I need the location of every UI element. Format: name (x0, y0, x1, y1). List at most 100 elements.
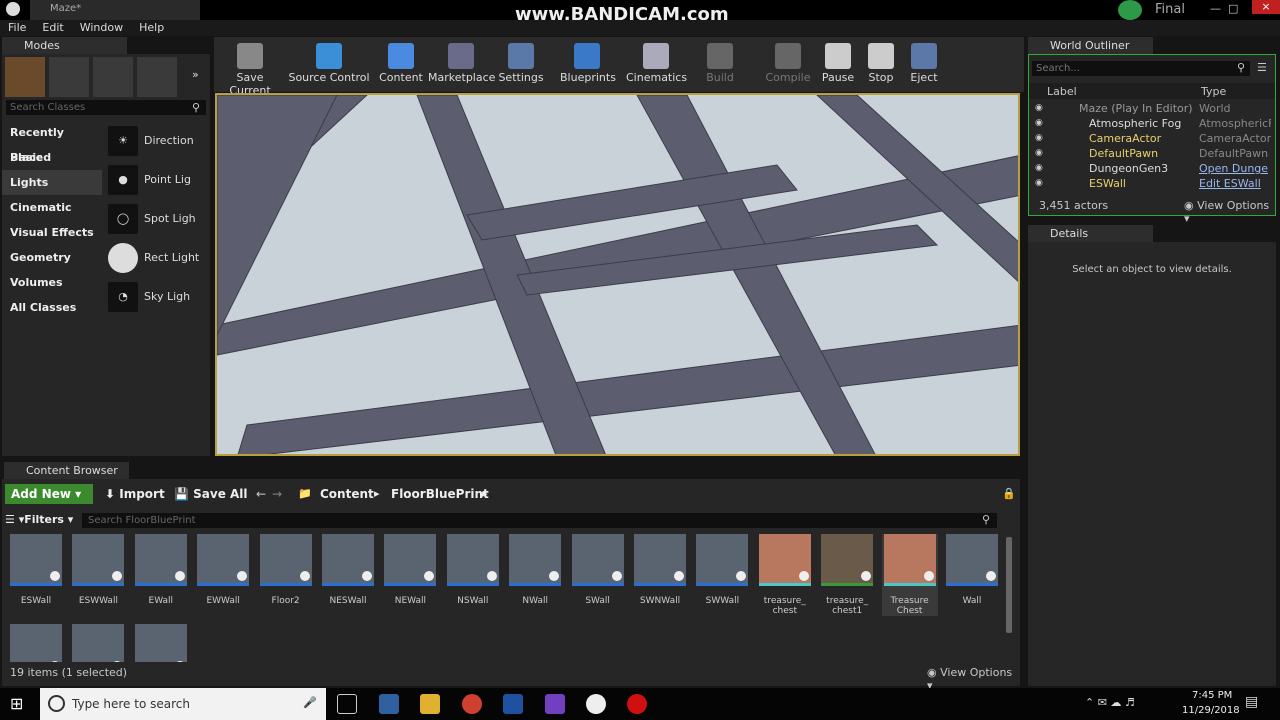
stop-button[interactable]: Stop (862, 40, 900, 90)
asset-tile[interactable]: NWall (507, 534, 563, 606)
outliner-row[interactable]: ◉ DefaultPawn DefaultPawn (1029, 146, 1275, 161)
category-basic[interactable]: Basic (2, 145, 102, 170)
asset-tile[interactable]: Floor2 (258, 534, 314, 606)
file-explorer-icon[interactable] (420, 694, 440, 714)
microphone-icon[interactable]: 🎤 (303, 696, 317, 709)
asset-tile[interactable]: ESWall (8, 534, 64, 606)
category-geometry[interactable]: Geometry (2, 245, 102, 270)
minimize-button[interactable]: — (1210, 2, 1221, 15)
source-control-button[interactable]: Source Control (288, 40, 370, 90)
visibility-eye-icon[interactable]: ◉ (1035, 116, 1043, 131)
asset-tile[interactable]: NSWall (445, 534, 501, 606)
asset-tile[interactable]: SWWall (694, 534, 750, 606)
asset-tile[interactable]: SWNWall (632, 534, 688, 606)
asset-tile[interactable]: ESWWall (70, 534, 126, 606)
asset-tile[interactable]: EWall (133, 534, 189, 606)
app-icon[interactable] (379, 694, 399, 714)
visibility-eye-icon[interactable]: ◉ (1035, 161, 1043, 176)
bandicam-taskbar-icon[interactable] (627, 694, 647, 714)
actor-type[interactable]: Edit ESWall (1199, 176, 1271, 191)
spot-light-item[interactable]: ◯ Spot Ligh (102, 199, 207, 238)
sky-light-item[interactable]: ◔ Sky Ligh (102, 277, 207, 316)
tray-icons[interactable]: ⌃ ✉ ☁ ♬ (1085, 696, 1135, 709)
eject-button[interactable]: Eject (904, 40, 944, 90)
filters-button[interactable]: ☰ ▾Filters ▾ (5, 513, 73, 526)
mode-paint-icon[interactable] (49, 57, 89, 97)
pause-button[interactable]: Pause (818, 40, 858, 90)
category-all-classes[interactable]: All Classes (2, 295, 102, 320)
visibility-eye-icon[interactable]: ◉ (1035, 176, 1043, 191)
build-button[interactable]: Build (700, 40, 740, 90)
menu-window[interactable]: Window (72, 20, 131, 36)
menu-help[interactable]: Help (131, 20, 172, 36)
mode-landscape-icon[interactable] (93, 57, 133, 97)
mode-foliage-icon[interactable] (137, 57, 177, 97)
breadcrumb-content[interactable]: Content (320, 487, 374, 501)
modes-tab[interactable]: Modes (2, 37, 127, 54)
forward-button[interactable]: → (272, 487, 282, 501)
asset-tile[interactable]: treasure_ chest (757, 534, 813, 616)
type-column-header[interactable]: Type (1201, 85, 1226, 98)
asset-tile[interactable]: Treasure Chest (881, 534, 938, 616)
visibility-eye-icon[interactable]: ◉ (1035, 101, 1043, 116)
breadcrumb-floorblueprint[interactable]: FloorBluePrint (391, 487, 489, 501)
view-options-button[interactable]: ◉ View Options ▾ (1184, 199, 1275, 225)
asset-tile[interactable] (70, 624, 126, 662)
asset-tile[interactable]: NESWall (320, 534, 376, 606)
label-column-header[interactable]: Label (1047, 85, 1077, 98)
outliner-row[interactable]: ◉ Atmospheric Fog AtmosphericF (1029, 116, 1275, 131)
outliner-settings-icon[interactable]: ☰ (1257, 61, 1267, 74)
outliner-row[interactable]: ◉ DungeonGen3 Open Dunge (1029, 161, 1275, 176)
outliner-row[interactable]: ◉ ESWall Edit ESWall (1029, 176, 1275, 191)
rect-light-item[interactable]: Rect Light (102, 238, 207, 277)
asset-tile[interactable] (8, 624, 64, 662)
mode-place-icon[interactable] (5, 57, 45, 97)
taskbar-search-input[interactable]: Type here to search (40, 688, 326, 720)
directional-light-item[interactable]: ☀ Direction (102, 121, 207, 160)
blueprints-button[interactable]: Blueprints (560, 40, 616, 90)
settings-button[interactable]: Settings (496, 40, 546, 90)
lock-icon[interactable]: 🔒 (1002, 487, 1016, 500)
outliner-row[interactable]: ◉ CameraActor CameraActor (1029, 131, 1275, 146)
asset-tile[interactable] (133, 624, 189, 662)
point-light-item[interactable]: ● Point Lig (102, 160, 207, 199)
category-cinematic[interactable]: Cinematic (2, 195, 102, 220)
category-volumes[interactable]: Volumes (2, 270, 102, 295)
category-recently-placed[interactable]: Recently Placed (2, 120, 102, 164)
asset-tile[interactable]: SWall (570, 534, 626, 606)
import-button[interactable]: ⬇ Import (105, 487, 165, 501)
marketplace-button[interactable]: Marketplace (428, 40, 495, 90)
modes-more-icon[interactable]: » (192, 68, 199, 81)
content-browser-tab[interactable]: Content Browser (4, 462, 129, 479)
content-button[interactable]: Content (378, 40, 424, 90)
back-button[interactable]: ← (256, 487, 266, 501)
save-all-button[interactable]: 💾 Save All (174, 487, 248, 501)
asset-tile[interactable]: treasure_ chest1 (819, 534, 875, 616)
close-button[interactable]: × (1252, 0, 1280, 14)
add-new-button[interactable]: Add New ▾ (5, 484, 93, 504)
category-lights[interactable]: Lights (2, 170, 102, 195)
save-current-button[interactable]: Save Current (218, 40, 282, 97)
category-visual-effects[interactable]: Visual Effects (2, 220, 102, 245)
maximize-button[interactable]: □ (1228, 2, 1238, 15)
world-outliner-tab[interactable]: World Outliner (1028, 37, 1153, 54)
asset-tile[interactable]: EWWall (195, 534, 251, 606)
outliner-search-input[interactable]: Search... (1032, 61, 1250, 76)
notifications-icon[interactable]: ▤ (1245, 694, 1258, 710)
unreal-taskbar-icon[interactable] (586, 694, 606, 714)
details-tab[interactable]: Details (1028, 225, 1153, 242)
app2-icon[interactable] (503, 694, 523, 714)
visual-studio-icon[interactable] (545, 694, 565, 714)
menu-edit[interactable]: Edit (34, 20, 71, 36)
outliner-row[interactable]: ◉ Maze (Play In Editor) World (1029, 101, 1275, 116)
search-classes-input[interactable]: Search Classes (6, 100, 206, 115)
actor-type[interactable]: Open Dunge (1199, 161, 1271, 176)
menu-file[interactable]: File (0, 20, 34, 36)
compile-button[interactable]: Compile (765, 40, 811, 90)
cinematics-button[interactable]: Cinematics (626, 40, 687, 90)
asset-tile[interactable]: Wall (944, 534, 1000, 606)
chrome-icon[interactable] (462, 694, 482, 714)
task-view-icon[interactable] (337, 694, 357, 714)
asset-tile[interactable]: NEWall (382, 534, 438, 606)
visibility-eye-icon[interactable]: ◉ (1035, 146, 1043, 161)
